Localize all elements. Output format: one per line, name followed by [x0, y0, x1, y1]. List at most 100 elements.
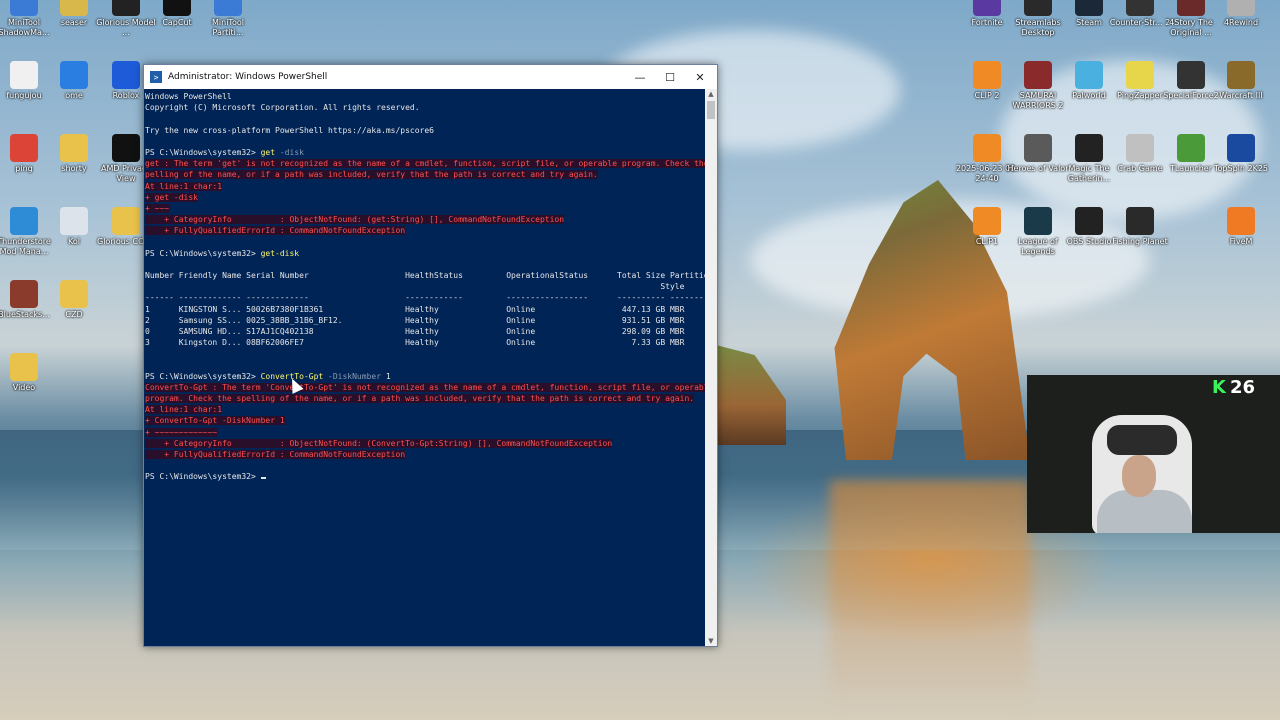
console-text: 1 — [381, 371, 391, 381]
minimize-button[interactable]: — — [625, 65, 655, 89]
desktop-icon[interactable]: Video — [0, 353, 56, 393]
app-icon — [1024, 207, 1052, 235]
app-icon — [10, 207, 38, 235]
console-text: Copyright (C) Microsoft Corporation. All… — [145, 103, 420, 113]
viewer-badge: K 26 — [1212, 377, 1255, 398]
powershell-window[interactable]: > Administrator: Windows PowerShell — ☐ … — [143, 64, 718, 647]
app-icon — [10, 61, 38, 89]
desktop-icon-label: 4Rewind — [1223, 18, 1259, 27]
console-text: + ConvertTo-Gpt -DiskNumber 1 — [145, 416, 285, 426]
app-icon — [1126, 61, 1154, 89]
desktop-icon-label: FiveM — [1229, 237, 1253, 246]
app-icon — [1075, 0, 1103, 16]
kick-logo-icon: K — [1212, 377, 1226, 398]
text-cursor — [260, 477, 266, 480]
desktop-icon-label: TopSpin 2K25 — [1213, 164, 1268, 173]
webcam-overlay — [1027, 375, 1280, 533]
powershell-icon: > — [150, 71, 162, 83]
console-line: At line:1 char:1 — [145, 181, 705, 192]
scroll-up-icon[interactable]: ▲ — [705, 89, 717, 99]
console-text: 2 Samsung SS... 0025_38BB_31B6_BF12. Hea… — [145, 315, 685, 325]
chair-headrest — [1107, 425, 1177, 455]
console-line: 1 KINGSTON S... 50026B7380F1B361 Healthy… — [145, 304, 705, 315]
app-icon — [60, 280, 88, 308]
app-icon — [60, 0, 88, 16]
desktop-icon[interactable]: MiniTool Partiti... — [196, 0, 260, 38]
console-line: + get -disk — [145, 192, 705, 203]
desktop-icon[interactable]: CZD — [42, 280, 106, 320]
desktop-icon-label: CZD — [65, 310, 83, 319]
app-icon — [1227, 61, 1255, 89]
console-text: Number Friendly Name Serial Number Healt… — [145, 271, 705, 280]
app-icon — [163, 0, 191, 16]
sun-reflection — [830, 480, 1030, 710]
app-icon — [10, 280, 38, 308]
console-line: Copyright (C) Microsoft Corporation. All… — [145, 102, 705, 113]
maximize-button[interactable]: ☐ — [655, 65, 685, 89]
app-icon — [1227, 0, 1255, 16]
app-icon — [1177, 61, 1205, 89]
close-button[interactable]: ✕ — [685, 65, 715, 89]
window-title: Administrator: Windows PowerShell — [168, 72, 328, 82]
scroll-thumb[interactable] — [707, 101, 715, 119]
app-icon — [60, 61, 88, 89]
desktop-icon-label: Warcraft III — [1219, 91, 1263, 100]
console-line: Number Friendly Name Serial Number Healt… — [145, 270, 705, 281]
console-text: + get -disk — [145, 192, 198, 202]
console-text: get-disk — [260, 248, 300, 258]
console-text: 3 Kingston D... 08BF62006FE7 Healthy Onl… — [145, 338, 685, 348]
app-icon — [1075, 61, 1103, 89]
powershell-titlebar[interactable]: > Administrator: Windows PowerShell — ☐ … — [144, 65, 717, 89]
console-line: 0 SAMSUNG HD... S17AJ1CQ402138 Healthy O… — [145, 326, 705, 337]
app-icon — [10, 0, 38, 16]
console-text: get — [260, 147, 276, 157]
app-icon — [973, 61, 1001, 89]
desktop-icon[interactable]: Warcraft III — [1209, 61, 1273, 101]
console-text: pelling of the name, or if a path was in… — [145, 170, 598, 180]
console-line: 3 Kingston D... 08BF62006FE7 Healthy Onl… — [145, 337, 705, 348]
console-text: PS C:\Windows\system32> — [145, 371, 261, 381]
console-output[interactable]: Windows PowerShell Copyright (C) Microsof… — [144, 89, 705, 646]
app-icon — [214, 0, 242, 16]
console-line: PS C:\Windows\system32> ConvertTo-Gpt -D… — [145, 371, 705, 382]
app-icon — [10, 353, 38, 381]
app-icon — [112, 134, 140, 162]
console-text: get : The term 'get' is not recognized a… — [145, 159, 705, 169]
console-line: Try the new cross-platform PowerShell ht… — [145, 125, 705, 136]
console-text: Try the new cross-platform PowerShell ht… — [145, 125, 434, 135]
desktop-icon-label: MiniTool Partiti... — [212, 18, 244, 37]
viewer-count: 26 — [1229, 377, 1256, 398]
app-icon — [1177, 134, 1205, 162]
desktop-icon[interactable]: 4Rewind — [1209, 0, 1273, 28]
console-line: ------ ------------- ------------- -----… — [145, 292, 705, 303]
app-icon — [1227, 134, 1255, 162]
console-line: PS C:\Windows\system32> — [145, 471, 705, 482]
console-text: + CategoryInfo : ObjectNotFound: (Conver… — [145, 438, 613, 448]
app-icon — [112, 0, 140, 16]
console-text: + CategoryInfo : ObjectNotFound: (get:St… — [145, 215, 565, 225]
console-text: -DiskNumber — [323, 371, 382, 381]
console-line: + ~~~ — [145, 203, 705, 214]
scrollbar[interactable]: ▲ ▼ — [705, 89, 717, 646]
desktop-icon[interactable]: Fishing Planet — [1108, 207, 1172, 247]
app-icon — [1126, 134, 1154, 162]
rock-left — [716, 345, 786, 445]
console-text: + FullyQualifiedErrorId : CommandNotFoun… — [145, 450, 406, 459]
console-line: Style — [145, 281, 705, 292]
desktop-icon-label: Video — [12, 383, 36, 392]
console-text: PS C:\Windows\system32> — [145, 248, 261, 258]
console-line: + ~~~~~~~~~~~~~ — [145, 427, 705, 438]
desktop-icon[interactable]: FiveM — [1209, 207, 1273, 247]
console-text: 1 KINGSTON S... 50026B7380F1B361 Healthy… — [145, 304, 685, 314]
app-icon — [973, 207, 1001, 235]
scroll-down-icon[interactable]: ▼ — [705, 636, 717, 646]
console-line: + CategoryInfo : ObjectNotFound: (get:St… — [145, 214, 705, 225]
desktop-icon[interactable]: TopSpin 2K25 — [1209, 134, 1273, 174]
console-text: PS C:\Windows\system32> — [145, 472, 261, 482]
console-text: At line:1 char:1 — [145, 181, 223, 191]
console-line: Windows PowerShell — [145, 91, 705, 102]
app-icon — [1126, 0, 1154, 16]
